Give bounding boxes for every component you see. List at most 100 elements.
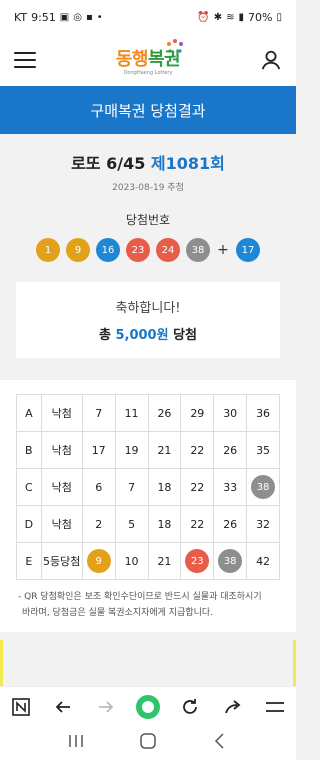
home-icon[interactable] <box>139 732 157 754</box>
battery-icon: ▯ <box>276 11 282 23</box>
ticket-number-cell: 23 <box>180 542 215 580</box>
ticket-number: 2 <box>95 517 103 531</box>
winning-ball: 9 <box>66 238 90 262</box>
ticket-number: 26 <box>157 406 172 420</box>
wifi-icon: ≋ <box>226 11 235 23</box>
winning-ball: 1 <box>36 238 60 262</box>
ticket-number-cell: 35 <box>246 431 280 469</box>
congrats-text: 축하합니다! <box>115 301 181 316</box>
ticket-number-cell: 36 <box>246 394 280 432</box>
ticket-number-cell: 6 <box>81 468 116 506</box>
ticket-number-cell: 7 <box>114 468 149 506</box>
carrier-label: KT <box>14 10 28 24</box>
row-result: 낙첨 <box>40 505 83 543</box>
app-header: 동행복권 DongHaeng Lottery <box>0 34 296 86</box>
browser-toolbar <box>0 686 296 726</box>
back-arrow-icon[interactable] <box>49 693 77 721</box>
ticket-number: 21 <box>157 443 172 457</box>
draw-title: 로또 6/45 제1081회 <box>16 150 280 174</box>
bonus-ball: 17 <box>236 238 260 262</box>
left-edge-marker <box>0 640 3 690</box>
ticket-number: 7 <box>128 480 136 494</box>
logo-burst-icon <box>167 39 183 53</box>
draw-date: 2023-08-19 추첨 <box>112 183 184 193</box>
result-box: 축하합니다! 총 5,000원 당첨 <box>16 282 280 358</box>
ticket-number-cell: 18 <box>147 468 182 506</box>
winning-ball: 23 <box>126 238 150 262</box>
ticket-number-cell: 21 <box>147 542 182 580</box>
row-label: A <box>16 394 42 432</box>
draw-info: 로또 6/45 제1081회 2023-08-19 추첨 당첨번호 1 9 16 23… <box>0 134 296 262</box>
matched-ball: 38 <box>218 549 243 573</box>
prize-suffix: 당첨 <box>168 328 198 343</box>
ticket-number: 10 <box>124 554 139 568</box>
app-icon: ▪ <box>85 11 93 23</box>
row-result: 낙첨 <box>40 468 83 506</box>
ticket-number-cell: 10 <box>114 542 149 580</box>
system-nav-bar <box>0 726 296 760</box>
notice-line-1: - QR 당첨확인은 보조 확인수단이므로 반드시 실물과 대조하시기 <box>18 592 262 602</box>
ticket-number-cell: 22 <box>180 468 215 506</box>
share-icon[interactable] <box>219 693 247 721</box>
row-label: C <box>16 468 42 506</box>
ticket-number-cell: 19 <box>114 431 149 469</box>
ticket-number: 33 <box>223 480 238 494</box>
signal-icon: ▮ <box>238 11 245 23</box>
right-edge-marker <box>293 640 296 690</box>
ticket-number: 30 <box>223 406 238 420</box>
instagram-icon: ◎ <box>73 11 82 23</box>
winning-ball: 38 <box>186 238 210 262</box>
notice-line-2: 바라며, 당첨금은 실물 복권소지자에게 지급합니다. <box>22 607 214 618</box>
battery-level: 70% <box>248 10 273 24</box>
logo-subtitle: DongHaeng Lottery <box>123 69 173 76</box>
winning-numbers: 1 9 16 23 24 38 +17 <box>16 238 280 262</box>
hamburger-menu-icon[interactable] <box>14 52 36 68</box>
ticket-number-cell: 26 <box>147 394 182 432</box>
ticket-number: 7 <box>95 406 103 420</box>
ticket-number-cell: 17 <box>81 431 116 469</box>
ticket-number: 6 <box>95 480 103 494</box>
ticket-number-cell: 42 <box>246 542 280 580</box>
ticket-number-cell: 30 <box>213 394 248 432</box>
ticket-number-cell: 7 <box>81 394 116 432</box>
ticket-number: 11 <box>124 406 139 420</box>
clock: 9:51 <box>31 10 56 24</box>
alarm-icon: ⏰ <box>197 11 210 23</box>
ticket-number: 26 <box>223 517 238 531</box>
menu-icon[interactable] <box>261 693 289 721</box>
row-label: E <box>16 542 42 580</box>
refresh-icon[interactable] <box>176 693 204 721</box>
ticket-number: 29 <box>190 406 205 420</box>
ticket-number-cell: 21 <box>147 431 182 469</box>
n-icon[interactable] <box>7 693 35 721</box>
row-result: 낙첨 <box>40 394 83 432</box>
round-number: 제1081회 <box>150 154 225 173</box>
ticket-row: D 낙첨 2 5 18 22 26 32 <box>16 505 280 543</box>
forward-arrow-icon[interactable] <box>92 693 120 721</box>
ticket-number: 35 <box>256 443 271 457</box>
ticket-number: 18 <box>157 480 172 494</box>
status-bar: KT 9:51 ▣ ◎ ▪ • ⏰ ✱ ≋ ▮ 70% ▯ <box>0 0 296 34</box>
matched-ball: 38 <box>251 475 276 499</box>
ticket-number: 22 <box>190 443 205 457</box>
prize-prefix: 총 <box>98 328 116 343</box>
ticket-number: 22 <box>190 480 205 494</box>
ticket-number-cell: 22 <box>180 505 215 543</box>
gallery-icon: ▣ <box>59 11 70 23</box>
user-icon[interactable] <box>260 49 282 71</box>
winning-ball: 16 <box>96 238 120 262</box>
home-dot-icon[interactable] <box>134 693 162 721</box>
ticket-number-cell: 26 <box>213 505 248 543</box>
ticket-number-cell: 18 <box>147 505 182 543</box>
ticket-number-cell: 9 <box>81 542 116 580</box>
notice: - QR 당첨확인은 보조 확인수단이므로 반드시 실물과 대조하시기 바라며,… <box>16 590 280 622</box>
recent-apps-icon[interactable] <box>67 733 85 753</box>
status-right: ⏰ ✱ ≋ ▮ 70% ▯ <box>197 11 282 24</box>
row-result: 낙첨 <box>40 431 83 469</box>
ticket-row: B 낙첨 17 19 21 22 26 35 <box>16 431 280 469</box>
ticket-number: 18 <box>157 517 172 531</box>
ticket-number-cell: 38 <box>213 542 248 580</box>
back-icon[interactable] <box>211 732 229 754</box>
ticket-number-cell: 32 <box>246 505 280 543</box>
matched-ball: 9 <box>86 549 111 573</box>
